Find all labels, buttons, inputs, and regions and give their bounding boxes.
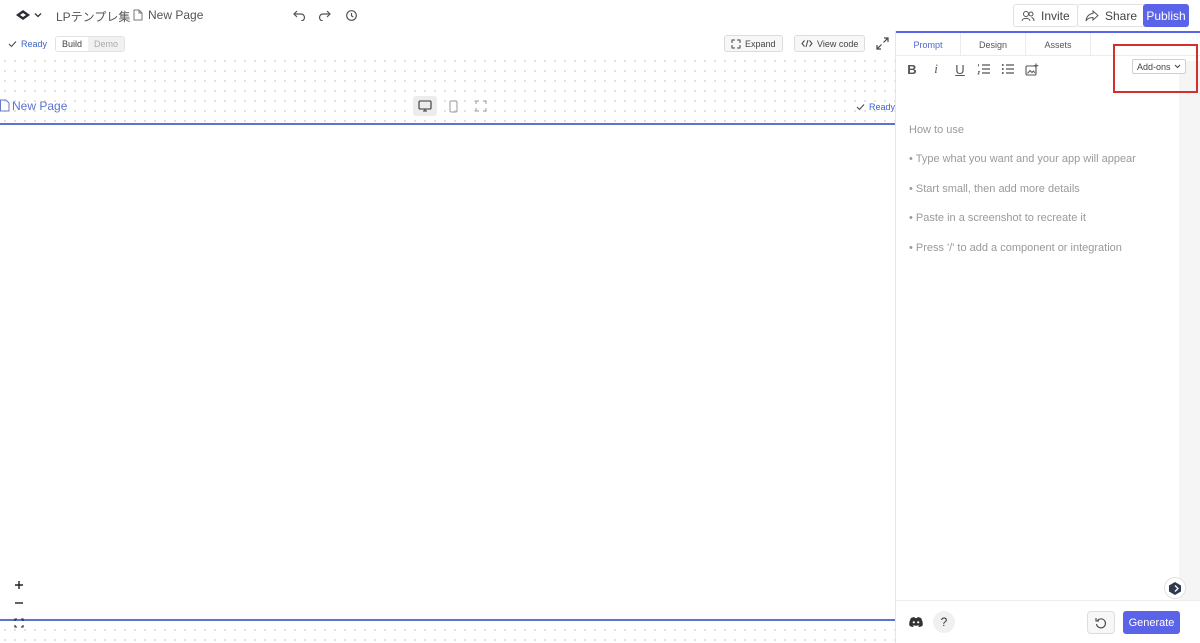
plus-icon [14,580,24,590]
zoom-out-button[interactable] [10,594,28,612]
zoom-in-button[interactable] [10,576,28,594]
mode-toggle: Build Demo [55,36,126,52]
assistant-button[interactable] [1164,577,1186,599]
invite-label: Invite [1041,8,1070,23]
help-item: • Start small, then add more details [909,183,1080,195]
fit-view-button[interactable] [469,96,493,116]
rotate-ccw-icon [1095,617,1107,629]
help-title: How to use [909,124,965,136]
check-icon [856,103,865,111]
users-icon [1021,10,1035,22]
tab-assets[interactable]: Assets [1026,33,1091,56]
mode-demo-button[interactable]: Demo [88,37,125,51]
help-item: • Press '/' to add a component or integr… [909,242,1122,254]
canvas-dot-grid-bottom [0,625,895,643]
top-bar: LPテンプレ集 / New Page Invite Share Publish [0,0,1200,31]
add-image-icon[interactable] [1024,61,1040,77]
zoom-fit-button[interactable] [10,614,28,632]
share-label: Share [1105,8,1138,23]
expand-button[interactable]: Expand [724,35,783,52]
undo-icon[interactable] [293,9,306,21]
fit-screen-icon [14,618,24,628]
status-text: Ready [869,102,896,112]
page-icon [133,9,143,21]
expand-icon [731,39,741,49]
canvas-area: Ready Build Demo Expand View code New Pa… [0,31,895,643]
assistant-hex-icon [1168,581,1182,596]
view-code-label: View code [817,38,859,49]
breadcrumb-page[interactable]: New Page [148,8,203,22]
logo-icon [15,9,31,21]
panel-footer: ? Generate [896,600,1200,643]
tab-design[interactable]: Design [961,33,1026,56]
tab-prompt[interactable]: Prompt [896,33,961,56]
help-item: • Type what you want and your app will a… [909,153,1136,165]
view-code-button[interactable]: View code [794,35,866,52]
help-question-icon[interactable]: ? [933,611,955,633]
share-icon [1085,9,1099,22]
fit-screen-icon [475,100,487,112]
underline-icon[interactable]: U [952,61,968,77]
panel-scrollbar[interactable] [1179,61,1200,621]
bullet-list-icon[interactable] [1000,61,1016,77]
monitor-icon [418,100,432,112]
history-icon[interactable] [345,9,358,22]
code-icon [801,39,813,48]
generate-button[interactable]: Generate [1123,611,1180,634]
status-text: Ready [21,39,48,49]
breadcrumb-project[interactable]: LPテンプレ集 [56,8,130,25]
page-frame-bottom-border [0,619,895,621]
highlight-annotation [1113,44,1198,93]
page-title[interactable]: New Page [12,99,67,113]
italic-icon[interactable]: i [928,61,944,77]
share-button[interactable]: Share [1077,4,1146,27]
invite-button[interactable]: Invite [1013,4,1078,27]
device-switcher [413,96,493,116]
redo-icon[interactable] [318,9,331,21]
breadcrumb-separator: / [122,8,126,22]
bold-icon[interactable]: B [904,61,920,77]
app-logo-menu[interactable] [15,9,42,21]
page-frame-top-border [0,123,895,125]
minus-icon [14,598,24,608]
page-file-icon [0,99,10,112]
mode-build-button[interactable]: Build [56,37,89,51]
help-item: • Paste in a screenshot to recreate it [909,212,1086,224]
discord-icon [908,616,924,628]
status-indicator-left: Ready [8,39,47,49]
ordered-list-icon[interactable] [976,61,992,77]
publish-button[interactable]: Publish [1143,4,1189,27]
desktop-view-button[interactable] [413,96,437,116]
reset-button[interactable] [1087,611,1115,634]
prompt-panel: Prompt Design Assets B i U Add-ons How t… [895,31,1200,643]
chevron-down-icon [34,11,42,19]
expand-label: Expand [745,38,776,49]
mobile-view-button[interactable] [441,96,465,116]
status-indicator-right: Ready [856,102,895,112]
phone-icon [449,100,458,113]
check-icon [8,40,17,48]
format-toolbar: B i U [904,61,1040,77]
fullscreen-icon[interactable] [876,37,889,50]
discord-button[interactable] [905,611,927,633]
